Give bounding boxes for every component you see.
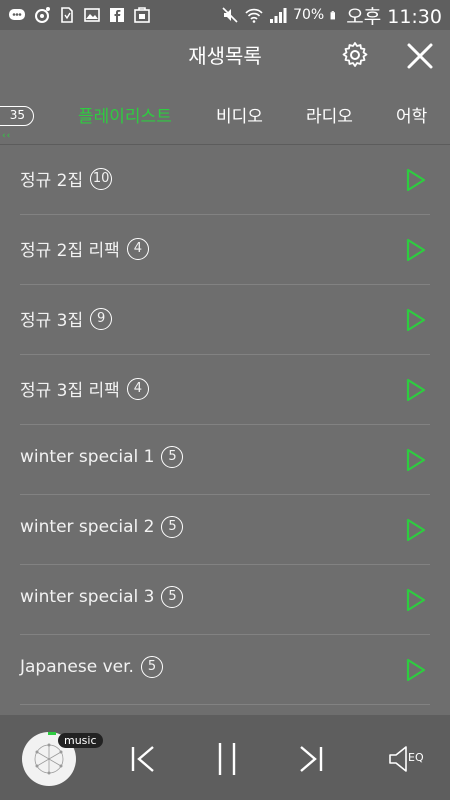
gear-icon[interactable] bbox=[340, 40, 370, 70]
status-bar: 70% 오후 11:30 bbox=[0, 0, 450, 30]
header: 재생목록 bbox=[0, 30, 450, 80]
list-item[interactable]: 정규 2집 10 bbox=[0, 145, 450, 215]
playlist-name: 정규 2집 bbox=[20, 171, 84, 191]
row-divider bbox=[20, 704, 430, 705]
playlist-name: winter special 3 bbox=[20, 587, 155, 607]
track-count-badge: 4 bbox=[126, 237, 149, 260]
list-item[interactable]: winter special 2 5 bbox=[0, 495, 450, 565]
play-icon[interactable] bbox=[405, 447, 427, 473]
track-count-badge: 5 bbox=[161, 516, 184, 538]
clock: 오후 11:30 bbox=[346, 5, 442, 28]
playlist-name: 정규 2집 리팩 bbox=[20, 241, 120, 261]
play-icon[interactable] bbox=[405, 517, 427, 543]
battery-percent: 70% bbox=[293, 7, 325, 23]
playlist-name: 정규 3집 리팩 bbox=[20, 381, 120, 401]
pause-icon[interactable] bbox=[212, 741, 242, 777]
tab-count-badge[interactable]: 35 bbox=[0, 106, 34, 126]
notification-icons bbox=[8, 6, 151, 24]
play-icon[interactable] bbox=[405, 307, 427, 333]
mute-icon bbox=[222, 7, 238, 23]
track-count-badge: 9 bbox=[90, 307, 113, 330]
playlist-name: winter special 1 bbox=[20, 447, 155, 467]
eq-button[interactable]: EQ bbox=[388, 744, 438, 774]
sync-icon bbox=[35, 7, 50, 23]
track-count-badge: 5 bbox=[161, 446, 184, 468]
speaker-icon bbox=[389, 746, 407, 772]
playlist-name: 정규 3집 bbox=[20, 311, 84, 331]
playlist-list: 정규 2집 10 정규 2집 리팩 4 정규 3집 9 정규 3집 리팩 4 winte… bbox=[0, 145, 450, 705]
list-item[interactable]: 정규 2집 리팩 4 bbox=[0, 215, 450, 285]
list-item[interactable]: 정규 3집 리팩 4 bbox=[0, 355, 450, 425]
playlist-name: winter special 2 bbox=[20, 517, 155, 537]
tab-count-indicator: ‹‹ bbox=[2, 131, 12, 141]
previous-track-icon[interactable] bbox=[128, 741, 158, 777]
track-count-badge: 4 bbox=[126, 377, 149, 400]
tab-radio[interactable]: 라디오 bbox=[306, 102, 353, 127]
player-bar: music EQ bbox=[0, 715, 450, 800]
tab-bar: 35 ‹‹ 플레이리스트 비디오 라디오 어학 bbox=[0, 80, 450, 144]
battery-icon bbox=[330, 11, 336, 20]
play-icon[interactable] bbox=[405, 167, 427, 193]
play-icon[interactable] bbox=[405, 657, 427, 683]
next-track-icon[interactable] bbox=[296, 741, 326, 777]
list-item[interactable]: Japanese ver. 5 bbox=[0, 635, 450, 705]
track-count-badge: 5 bbox=[140, 656, 163, 678]
image-icon bbox=[84, 8, 100, 22]
playlist-name: Japanese ver. bbox=[20, 657, 134, 677]
chat-icon bbox=[9, 9, 25, 20]
tab-video[interactable]: 비디오 bbox=[216, 102, 263, 127]
store-icon bbox=[134, 7, 150, 23]
playback-progress-indicator bbox=[48, 732, 56, 735]
signal-icon bbox=[270, 8, 287, 23]
wifi-icon bbox=[245, 8, 263, 23]
track-count-badge: 5 bbox=[161, 586, 184, 608]
track-count-badge: 10 bbox=[90, 167, 113, 190]
play-icon[interactable] bbox=[405, 377, 427, 403]
tab-playlist[interactable]: 플레이리스트 bbox=[78, 102, 172, 127]
music-tag: music bbox=[58, 733, 103, 748]
eq-label: EQ bbox=[408, 751, 424, 764]
list-item[interactable]: winter special 3 5 bbox=[0, 565, 450, 635]
system-indicators: 70% 오후 11:30 bbox=[221, 2, 442, 29]
facebook-icon bbox=[110, 8, 124, 22]
play-icon[interactable] bbox=[405, 237, 427, 263]
list-item[interactable]: winter special 1 5 bbox=[0, 425, 450, 495]
sd-card-icon bbox=[61, 7, 73, 23]
list-item[interactable]: 정규 3집 9 bbox=[0, 285, 450, 355]
play-icon[interactable] bbox=[405, 587, 427, 613]
page-title: 재생목록 bbox=[188, 44, 262, 68]
tab-language[interactable]: 어학 bbox=[396, 102, 427, 127]
close-icon[interactable] bbox=[402, 38, 438, 74]
